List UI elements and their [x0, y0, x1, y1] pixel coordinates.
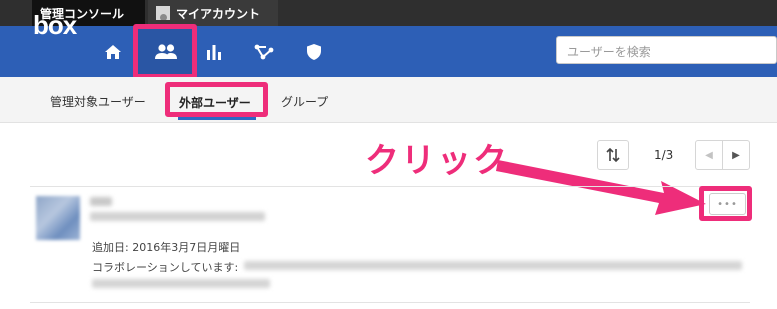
click-annotation-label: クリック: [365, 141, 509, 181]
subnav-active-underline: [178, 117, 256, 120]
bar-chart-icon[interactable]: [194, 26, 234, 77]
user-avatar-icon: [156, 6, 170, 20]
subnav-groups[interactable]: グループ: [281, 93, 328, 110]
sort-button[interactable]: [597, 140, 629, 170]
user-email-blurred: [90, 212, 265, 221]
top-tab-strip: 管理コンソール マイアカウント: [0, 0, 777, 26]
user-name-blurred: [90, 197, 112, 206]
next-page-button[interactable]: ▶: [722, 140, 750, 170]
collaboration-items-blurred: [244, 261, 742, 270]
tab-my-account[interactable]: マイアカウント: [148, 0, 278, 26]
external-users-highlight-box: [165, 82, 268, 117]
more-options-button[interactable]: •••: [709, 193, 746, 215]
added-date: 追加日: 2016年3月7日月曜日: [92, 241, 241, 254]
box-logo[interactable]: box: [33, 10, 77, 41]
sort-icon: [606, 147, 620, 163]
page: 管理コンソール マイアカウント box ユーザーを検索 管理対象ユーザー 外部ユ…: [0, 0, 777, 309]
list-divider-bottom: [30, 302, 750, 303]
collaboration-label: コラボレーションしています:: [92, 261, 239, 274]
home-icon[interactable]: [93, 26, 133, 77]
users-highlight-box: [133, 24, 197, 79]
subnav-managed-users[interactable]: 管理対象ユーザー: [50, 93, 146, 110]
user-avatar: [36, 196, 80, 240]
page-indicator: 1/3: [654, 148, 674, 162]
shield-icon[interactable]: [294, 26, 334, 77]
chevron-left-icon: ◀: [705, 149, 713, 161]
ellipsis-icon: •••: [717, 198, 738, 210]
workflow-icon[interactable]: [244, 26, 284, 77]
search-placeholder: ユーザーを検索: [567, 45, 651, 59]
user-search-input[interactable]: ユーザーを検索: [556, 36, 777, 64]
collaboration-items-blurred-2: [92, 279, 270, 288]
list-divider-top: [30, 186, 750, 187]
chevron-right-icon: ▶: [732, 149, 740, 161]
tab-my-account-label: マイアカウント: [176, 6, 261, 21]
prev-page-button[interactable]: ◀: [695, 140, 723, 170]
